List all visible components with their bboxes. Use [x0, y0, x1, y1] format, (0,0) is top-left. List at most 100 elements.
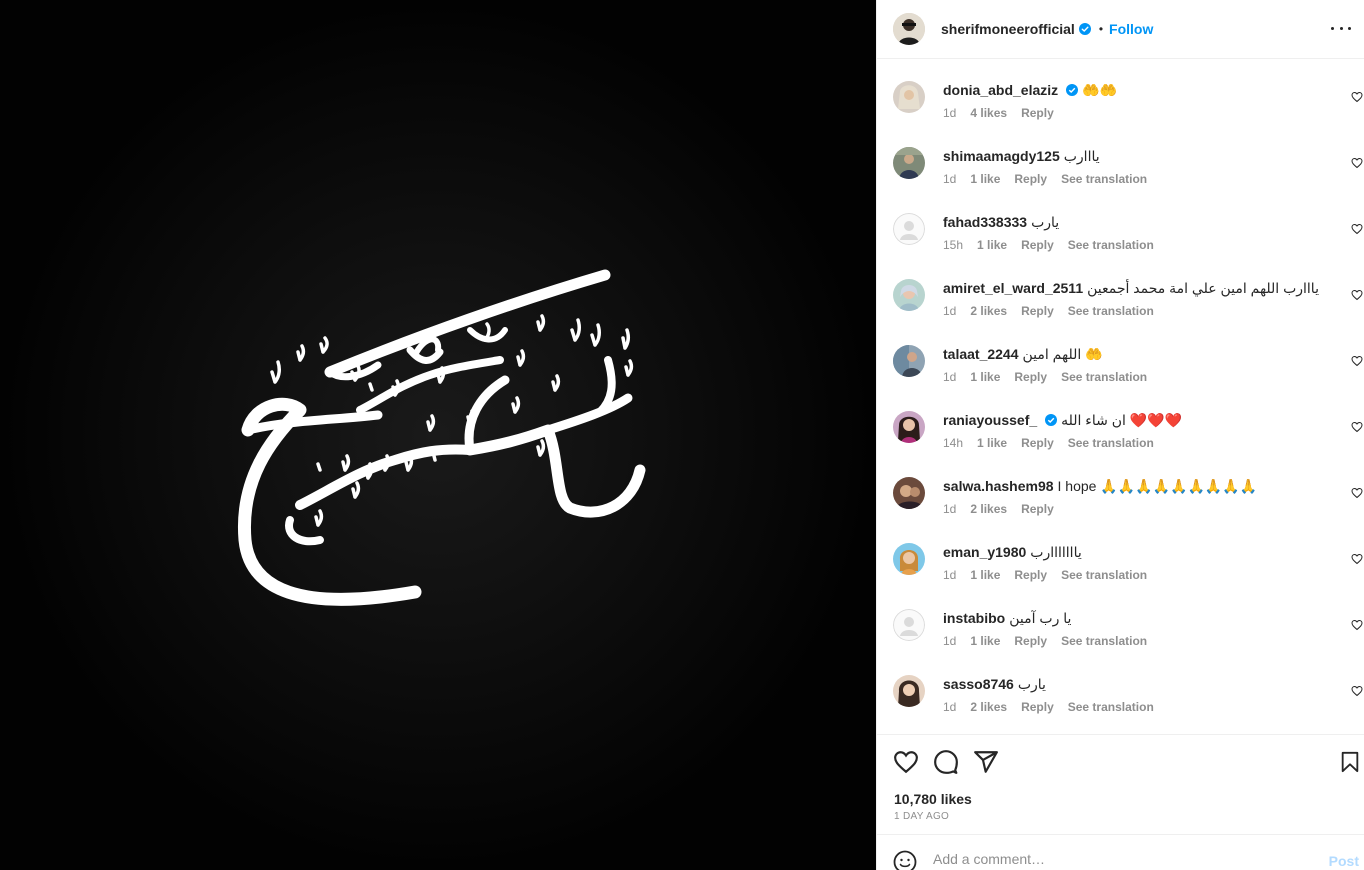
likes-count[interactable]: 10,780 likes: [894, 791, 972, 807]
heart-icon[interactable]: [1351, 421, 1363, 433]
see-translation-button[interactable]: See translation: [1061, 634, 1147, 648]
verified-icon: [1066, 84, 1079, 96]
reply-button[interactable]: Reply: [1014, 634, 1047, 648]
see-translation-button[interactable]: See translation: [1061, 568, 1147, 582]
comment-username[interactable]: salwa.hashem98: [943, 478, 1054, 494]
comment-item: donia_abd_elaziz 🤲🤲 1d 4 likes Reply: [877, 81, 1364, 147]
reply-button[interactable]: Reply: [1021, 700, 1054, 714]
author-photo: [893, 13, 925, 45]
reply-button[interactable]: Reply: [1014, 172, 1047, 186]
comment-likes[interactable]: 1 like: [977, 238, 1007, 252]
comment-time: 1d: [943, 502, 957, 516]
comment-likes[interactable]: 1 like: [970, 634, 1000, 648]
comment-username[interactable]: donia_abd_elaziz: [943, 82, 1058, 98]
comment-avatar[interactable]: [893, 675, 925, 707]
comment-username[interactable]: amiret_el_ward_2511: [943, 280, 1083, 296]
reply-button[interactable]: Reply: [1014, 568, 1047, 582]
heart-icon[interactable]: [1351, 223, 1363, 235]
heart-icon[interactable]: [1351, 91, 1363, 103]
verified-icon: [1045, 414, 1058, 426]
comment-username[interactable]: instabibo: [943, 610, 1005, 626]
comment-avatar[interactable]: [893, 411, 925, 443]
heart-icon[interactable]: [1351, 157, 1363, 169]
comment-text: 🤲🤲: [1082, 82, 1117, 98]
comment-likes[interactable]: 1 like: [970, 568, 1000, 582]
comment-time: 1d: [943, 634, 957, 648]
comment-avatar[interactable]: [893, 609, 925, 641]
comment-text: اللهم امين 🤲: [1022, 346, 1103, 362]
comment-text: يارب: [1017, 676, 1046, 692]
comments-list[interactable]: donia_abd_elaziz 🤲🤲 1d 4 likes Reply shima…: [877, 59, 1364, 734]
post-comment-button[interactable]: Post: [1329, 853, 1359, 869]
reply-button[interactable]: Reply: [1021, 436, 1054, 450]
comment-username[interactable]: shimaamagdy125: [943, 148, 1060, 164]
heart-icon[interactable]: [1351, 553, 1363, 565]
heart-icon[interactable]: [1351, 619, 1363, 631]
comment-item: eman_y1980 يااااااارب 1d 1 like Reply See tr…: [877, 543, 1364, 609]
comment-username[interactable]: raniayoussef_: [943, 412, 1037, 428]
comment-item: talaat_2244 اللهم امين 🤲 1d 1 like Reply See…: [877, 345, 1364, 411]
reply-button[interactable]: Reply: [1021, 238, 1054, 252]
verified-icon: [1078, 23, 1091, 35]
heart-icon[interactable]: [1351, 355, 1363, 367]
more-options-icon[interactable]: [1331, 20, 1351, 36]
comment-text: I hope 🙏🙏🙏🙏🙏🙏🙏🙏🙏: [1057, 478, 1258, 494]
post-header: sherifmoneerofficial • Follow: [877, 0, 1364, 59]
comment-username[interactable]: sasso8746: [943, 676, 1014, 692]
comment-item: instabibo يا رب آمين 1d 1 like Reply See tra…: [877, 609, 1364, 675]
comment-time: 14h: [943, 436, 964, 450]
share-icon[interactable]: [973, 749, 999, 775]
comment-item: raniayoussef_ ان شاء الله ❤️❤️❤️ 14h 1 li…: [877, 411, 1364, 477]
emoji-icon[interactable]: [893, 850, 917, 870]
comment-username[interactable]: talaat_2244: [943, 346, 1019, 362]
comment-likes[interactable]: 2 likes: [970, 700, 1007, 714]
comment-text: ان شاء الله ❤️❤️❤️: [1061, 412, 1183, 428]
comment-input[interactable]: [933, 851, 1313, 867]
heart-icon[interactable]: [1351, 487, 1363, 499]
reply-button[interactable]: Reply: [1021, 304, 1054, 318]
heart-icon[interactable]: [1351, 289, 1363, 301]
reply-button[interactable]: Reply: [1021, 502, 1054, 516]
comment-likes[interactable]: 1 like: [970, 370, 1000, 384]
comment-avatar[interactable]: [893, 279, 925, 311]
author-username[interactable]: sherifmoneerofficial: [941, 21, 1075, 37]
comment-avatar[interactable]: [893, 345, 925, 377]
see-translation-button[interactable]: See translation: [1061, 370, 1147, 384]
comment-icon[interactable]: [933, 749, 959, 775]
follow-button[interactable]: Follow: [1109, 21, 1153, 37]
comment-time: 15h: [943, 238, 964, 252]
comment-likes[interactable]: 1 like: [970, 172, 1000, 186]
comment-avatar[interactable]: [893, 477, 925, 509]
comment-likes[interactable]: 4 likes: [970, 106, 1007, 120]
post-panel: sherifmoneerofficial • Follow donia_abd_…: [876, 0, 1364, 870]
bookmark-icon[interactable]: [1339, 749, 1361, 775]
reply-button[interactable]: Reply: [1021, 106, 1054, 120]
comment-avatar[interactable]: [893, 213, 925, 245]
comment-likes[interactable]: 2 likes: [970, 304, 1007, 318]
comment-time: 1d: [943, 700, 957, 714]
comment-username[interactable]: eman_y1980: [943, 544, 1026, 560]
heart-icon[interactable]: [1351, 685, 1363, 697]
post-image[interactable]: [0, 0, 876, 870]
see-translation-button[interactable]: See translation: [1068, 700, 1154, 714]
add-comment-bar: Post: [877, 834, 1364, 870]
reply-button[interactable]: Reply: [1014, 370, 1047, 384]
comment-likes[interactable]: 2 likes: [970, 502, 1007, 516]
author-avatar[interactable]: [893, 13, 925, 45]
comment-avatar[interactable]: [893, 147, 925, 179]
see-translation-button[interactable]: See translation: [1061, 172, 1147, 186]
comment-username[interactable]: fahad338333: [943, 214, 1027, 230]
see-translation-button[interactable]: See translation: [1068, 304, 1154, 318]
comment-likes[interactable]: 1 like: [977, 436, 1007, 450]
comment-time: 1d: [943, 370, 957, 384]
see-translation-button[interactable]: See translation: [1068, 238, 1154, 252]
comment-avatar[interactable]: [893, 543, 925, 575]
calligraphy-artwork: [0, 0, 876, 870]
post-timestamp: 1 DAY AGO: [894, 811, 950, 822]
comment-text: يا رب آمين: [1009, 610, 1072, 626]
heart-icon[interactable]: [893, 749, 919, 775]
comment-item: sasso8746 يارب 1d 2 likes Reply See translat…: [877, 675, 1364, 734]
see-translation-button[interactable]: See translation: [1068, 436, 1154, 450]
comment-avatar[interactable]: [893, 81, 925, 113]
comment-text: يااارب اللهم امين علي امة محمد أجمعين: [1087, 280, 1319, 296]
